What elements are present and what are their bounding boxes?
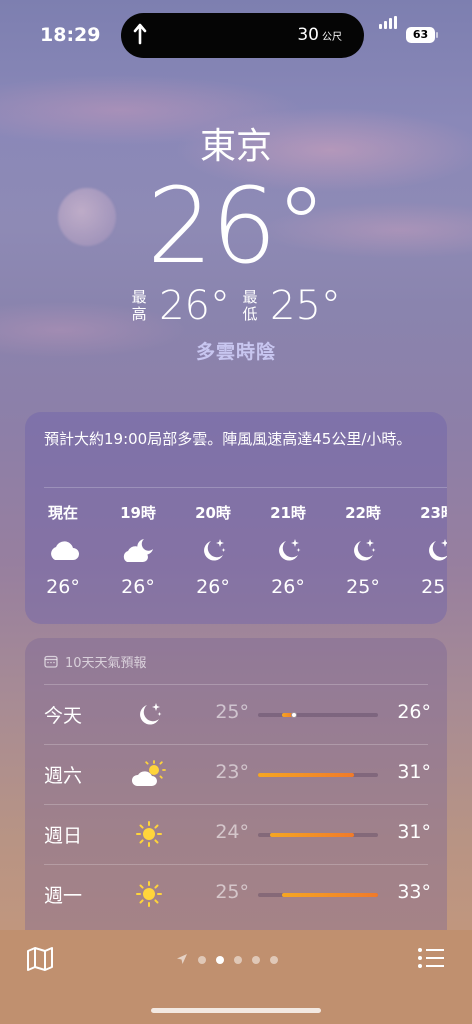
- hourly-item: 22時 25°: [331, 502, 395, 598]
- low-label: 最低: [242, 288, 258, 323]
- home-indicator[interactable]: [151, 1008, 321, 1013]
- moon-stars-icon: [406, 530, 447, 570]
- map-icon[interactable]: [26, 946, 54, 972]
- bottom-toolbar: [0, 930, 472, 1024]
- calendar-icon: [44, 655, 58, 668]
- island-distance-value: 30: [297, 25, 319, 45]
- island-distance-unit: 公尺: [322, 32, 342, 43]
- condition-text: 多雲時陰: [195, 341, 276, 363]
- hour-label: 23時: [420, 504, 447, 522]
- temperature-range-fill: [270, 833, 354, 837]
- day-row[interactable]: 週日 24° 31°: [25, 804, 447, 864]
- temperature-range-bar: [258, 833, 378, 837]
- city-name: 東京: [199, 126, 272, 167]
- hourly-item: 現在 26°: [31, 502, 95, 598]
- hour-temperature: 25°: [346, 576, 380, 598]
- forecast-summary: 預計大約19:00局部多雲。陣風風速高達45公里/小時。: [44, 430, 412, 448]
- sun-icon: [128, 816, 170, 852]
- hour-label: 20時: [195, 504, 231, 522]
- hour-label: 21時: [270, 504, 306, 522]
- page-dot[interactable]: [234, 955, 242, 964]
- ten-day-title: 10天天氣預報: [65, 656, 147, 671]
- ten-day-forecast-card[interactable]: 10天天氣預報 今天 25° 26° 週六 23° 31° 週日 24° 31° 週一 25° 33°: [25, 638, 447, 968]
- hour-temperature: 26°: [271, 576, 305, 598]
- moon-stars-icon: [331, 530, 395, 570]
- page-dot[interactable]: [270, 955, 278, 964]
- status-bar: 18:29 30 公尺 63: [0, 0, 472, 70]
- page-dot[interactable]: [198, 955, 206, 964]
- sun-cloud-icon: [128, 756, 170, 792]
- status-time: 18:29: [40, 24, 101, 46]
- day-name: 週六: [44, 765, 83, 787]
- day-row[interactable]: 週一 25° 33°: [25, 864, 447, 924]
- hourly-item: 23時 25°: [406, 502, 447, 598]
- temperature-range-bar: [258, 893, 378, 897]
- high-label: 最高: [131, 288, 147, 323]
- ten-day-header: 10天天氣預報: [44, 652, 147, 671]
- day-high: 31°: [397, 761, 431, 783]
- low-temperature: 25°: [270, 283, 341, 329]
- page-dot[interactable]: [252, 955, 260, 964]
- battery-icon: 63: [406, 27, 435, 43]
- island-distance: 30 公尺: [297, 25, 342, 45]
- day-low: 25°: [215, 701, 249, 723]
- hour-temperature: 26°: [46, 576, 80, 598]
- day-name: 週日: [44, 825, 83, 847]
- day-low: 25°: [215, 881, 249, 903]
- moon-stars-icon: [256, 530, 320, 570]
- day-low: 24°: [215, 821, 249, 843]
- page-indicator[interactable]: [176, 950, 278, 969]
- day-high: 26°: [397, 701, 431, 723]
- page-dot[interactable]: [216, 955, 224, 964]
- navigation-arrow-icon: [133, 23, 147, 45]
- moon-stars-icon: [181, 530, 245, 570]
- hourly-item: 20時 26°: [181, 502, 245, 598]
- card-divider: [44, 487, 447, 488]
- day-name: 今天: [44, 705, 83, 727]
- high-low-temperatures: 最高 26° 最低 25°: [0, 283, 472, 329]
- temperature-range-fill: [258, 773, 354, 777]
- temperature-range-bar: [258, 773, 378, 777]
- hourly-scroll[interactable]: 現在 26° 19時 26° 20時 26° 21時 26° 22時 25° 23時 25°: [25, 502, 447, 622]
- hour-temperature: 26°: [121, 576, 155, 598]
- cloud-icon: [31, 530, 95, 570]
- current-temperature-dot: [291, 712, 297, 718]
- cloud-moon-icon: [106, 530, 170, 570]
- list-icon[interactable]: [417, 946, 445, 970]
- day-high: 31°: [397, 821, 431, 843]
- hour-label: 現在: [47, 504, 78, 522]
- hourly-forecast-card[interactable]: 預計大約19:00局部多雲。陣風風速高達45公里/小時。 現在 26° 19時 26°…: [25, 412, 447, 624]
- high-temperature: 26°: [159, 283, 230, 329]
- moon-stars-icon: [128, 696, 170, 732]
- hour-temperature: 25°: [421, 576, 447, 598]
- hourly-item: 21時 26°: [256, 502, 320, 598]
- hour-label: 22時: [345, 504, 381, 522]
- day-name: 週一: [44, 885, 83, 907]
- current-temperature: 26°: [146, 165, 327, 287]
- location-arrow-icon[interactable]: [176, 950, 188, 969]
- day-high: 33°: [397, 881, 431, 903]
- hourly-item: 19時 26°: [106, 502, 170, 598]
- hour-temperature: 26°: [196, 576, 230, 598]
- dynamic-island[interactable]: 30 公尺: [121, 13, 364, 58]
- sun-icon: [128, 876, 170, 912]
- temperature-range-bar: [258, 712, 378, 718]
- day-low: 23°: [215, 761, 249, 783]
- hour-label: 19時: [120, 504, 156, 522]
- battery-tip: [436, 32, 438, 38]
- day-row[interactable]: 今天 25° 26°: [25, 684, 447, 744]
- temperature-range-fill: [282, 893, 378, 897]
- day-row[interactable]: 週六 23° 31°: [25, 744, 447, 804]
